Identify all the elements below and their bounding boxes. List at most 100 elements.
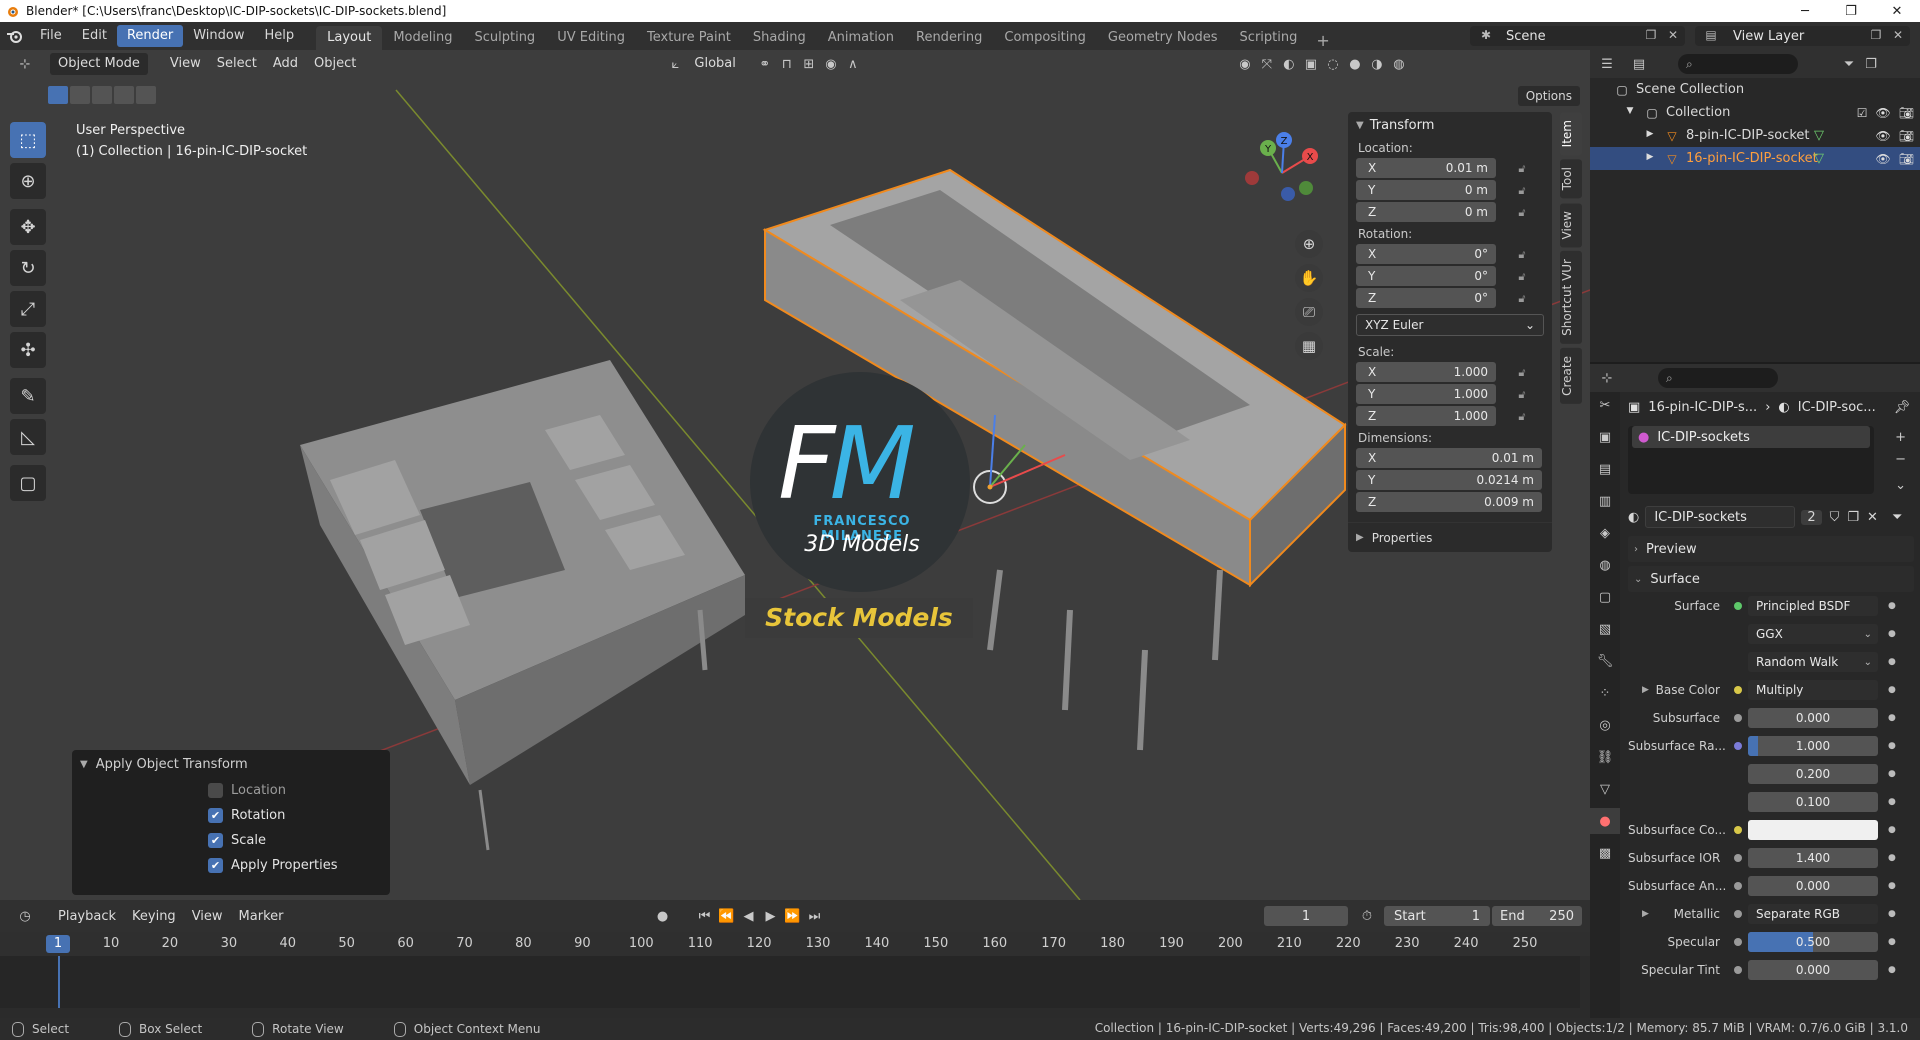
keyframe-dot-icon[interactable]: ●	[1888, 881, 1896, 891]
socket-dot-icon[interactable]	[1734, 966, 1742, 974]
socket-dot-icon[interactable]	[1734, 686, 1742, 694]
scale-checkbox[interactable]: ✔	[208, 833, 223, 848]
rotation-y-field[interactable]: Y 0°	[1356, 266, 1496, 286]
tab-sculpting[interactable]: Sculpting	[463, 26, 546, 50]
menu-keying[interactable]: Keying	[124, 909, 184, 924]
remove-slot-icon[interactable]: −	[1895, 452, 1906, 467]
lock-icon[interactable]: 🔓︎	[1510, 388, 1534, 402]
solid-shading-icon[interactable]: ●	[1344, 53, 1366, 75]
keyframe-dot-icon[interactable]: ●	[1888, 685, 1896, 695]
keyframe-dot-icon[interactable]: ●	[1888, 965, 1896, 975]
menu-timeline-view[interactable]: View	[184, 909, 231, 924]
exclude-checkbox-icon[interactable]: ☑	[1857, 106, 1868, 120]
outliner-object-8-pin[interactable]: ▶ ▽ 8-pin-IC-DIP-socket ▽ 👁︎ 📷︎	[1590, 124, 1920, 147]
mode-selector[interactable]: Object Mode	[50, 53, 148, 75]
eye-icon[interactable]: 👁︎	[1876, 152, 1891, 166]
socket-dot-icon[interactable]	[1734, 714, 1742, 722]
rotation-z-field[interactable]: Z 0°	[1356, 288, 1496, 308]
physics-tab-icon[interactable]: ◎	[1590, 712, 1620, 738]
scene-tab-icon[interactable]: ◈	[1590, 520, 1620, 546]
scale-tool-icon[interactable]: ⤢	[10, 291, 46, 327]
keyframe-dot-icon[interactable]: ●	[1888, 629, 1896, 639]
scene-selector[interactable]: ✱ Scene ❐ ✕	[1470, 26, 1685, 46]
tab-compositing[interactable]: Compositing	[993, 26, 1097, 50]
location-z-field[interactable]: Z0 m	[1356, 202, 1496, 222]
remove-scene-icon[interactable]: ✕	[1665, 28, 1681, 44]
socket-dot-icon[interactable]	[1734, 910, 1742, 918]
keyframe-dot-icon[interactable]: ●	[1888, 713, 1896, 723]
lock-icon[interactable]: 🔓︎	[1510, 248, 1534, 262]
tab-create[interactable]: Create	[1560, 347, 1582, 404]
options-dropdown[interactable]: Options	[1517, 86, 1580, 106]
add-workspace-button[interactable]: +	[1308, 31, 1337, 50]
menu-help[interactable]: Help	[255, 25, 305, 47]
material-tab-icon[interactable]: ●	[1590, 808, 1620, 834]
add-slot-icon[interactable]: +	[1895, 430, 1906, 445]
proportional-edit-icon[interactable]: ◉	[820, 53, 842, 75]
location-checkbox[interactable]	[208, 783, 223, 798]
tab-tool[interactable]: Tool	[1560, 159, 1582, 199]
play-icon[interactable]: ▶	[759, 905, 781, 927]
lock-icon[interactable]: 🔓︎	[1510, 410, 1534, 424]
apply-properties-checkbox[interactable]: ✔	[208, 858, 223, 873]
property-value-field[interactable]: Principled BSDF	[1748, 596, 1878, 616]
scale-z-field[interactable]: Z 1.000	[1356, 406, 1496, 426]
editor-type-icon[interactable]: ⊹	[14, 53, 36, 75]
property-value-field[interactable]: GGX ⌄	[1748, 624, 1878, 644]
socket-dot-icon[interactable]	[1734, 938, 1742, 946]
socket-dot-icon[interactable]	[1734, 770, 1742, 778]
tab-geometry-nodes[interactable]: Geometry Nodes	[1097, 26, 1229, 50]
expand-caret-icon[interactable]: ▶	[1642, 909, 1649, 919]
property-value-field[interactable]: 1.000	[1748, 736, 1878, 756]
wireframe-shading-icon[interactable]: ◌	[1322, 53, 1344, 75]
location-x-field[interactable]: X 0.01 m	[1356, 158, 1496, 178]
start-frame-field[interactable]: Start 1	[1384, 906, 1490, 926]
current-frame-indicator[interactable]: 1	[46, 935, 70, 953]
browse-material-icon[interactable]: ◐	[1628, 510, 1639, 525]
timeline-editor-type-icon[interactable]: ◷	[14, 905, 36, 927]
duplicate-material-icon[interactable]: ❐	[1847, 510, 1859, 525]
keyframe-dot-icon[interactable]: ●	[1888, 741, 1896, 751]
remove-view-layer-icon[interactable]: ✕	[1890, 28, 1906, 44]
annotate-tool-icon[interactable]: ✎	[10, 378, 46, 414]
location-y-field[interactable]: Y0 m	[1356, 180, 1496, 200]
particles-tab-icon[interactable]: ⁘	[1590, 680, 1620, 706]
browse-filter-icon[interactable]: ⏷	[1892, 510, 1902, 525]
socket-dot-icon[interactable]	[1734, 826, 1742, 834]
keyframe-dot-icon[interactable]: ●	[1888, 657, 1896, 667]
render-tab-icon[interactable]: ▣	[1590, 424, 1620, 450]
pin-icon[interactable]: 📌︎	[1894, 400, 1911, 415]
tab-uv-editing[interactable]: UV Editing	[546, 26, 636, 50]
material-name-field[interactable]: IC-DIP-sockets	[1645, 506, 1796, 528]
property-value-field[interactable]: Multiply	[1748, 680, 1878, 700]
new-view-layer-icon[interactable]: ❐	[1868, 28, 1884, 44]
eye-icon[interactable]: 👁︎	[1876, 106, 1891, 120]
socket-dot-icon[interactable]	[1734, 854, 1742, 862]
property-value-field[interactable]: 0.000	[1748, 876, 1878, 896]
timeline-ruler[interactable]: 1 10 20 30 40 50 60 70 80 90 100 110 120 130 140 150 16…	[0, 932, 1590, 956]
tab-shading[interactable]: Shading	[742, 26, 817, 50]
gizmo-toggle-icon[interactable]: ⤧	[1256, 53, 1278, 75]
apply-location-option[interactable]: Location	[72, 778, 390, 803]
pivot-icon[interactable]: ⚭	[754, 53, 776, 75]
rotation-mode-select[interactable]: XYZ Euler ⌄	[1356, 314, 1544, 336]
select-difference-icon[interactable]	[114, 86, 134, 104]
outliner-editor-type-icon[interactable]: ☰	[1596, 53, 1618, 75]
outliner-search-input[interactable]: ⌕	[1678, 54, 1798, 74]
overlay-toggle-icon[interactable]: ◐	[1278, 53, 1300, 75]
properties-search-input[interactable]: ⌕	[1658, 368, 1778, 388]
dimension-x-field[interactable]: X 0.01 m	[1356, 448, 1542, 468]
property-value-field[interactable]	[1748, 820, 1878, 840]
outliner-object-16-pin[interactable]: ▶ ▽ 16-pin-IC-DIP-socket ▽ 👁︎ 📷︎	[1590, 147, 1920, 170]
socket-dot-icon[interactable]	[1734, 630, 1742, 638]
new-collection-icon[interactable]: ❐	[1860, 53, 1882, 75]
keyframe-dot-icon[interactable]: ●	[1888, 769, 1896, 779]
scale-x-field[interactable]: X 1.000	[1356, 362, 1496, 382]
keyframe-dot-icon[interactable]: ●	[1888, 909, 1896, 919]
tab-view[interactable]: View	[1560, 202, 1582, 248]
lock-icon[interactable]: 🔓︎	[1510, 206, 1534, 220]
xray-icon[interactable]: ▣	[1300, 53, 1322, 75]
transform-panel-header[interactable]: ▼ Transform	[1348, 112, 1552, 138]
lock-icon[interactable]: 🔓︎	[1510, 162, 1534, 176]
orientation-selector[interactable]: Global	[686, 53, 743, 75]
